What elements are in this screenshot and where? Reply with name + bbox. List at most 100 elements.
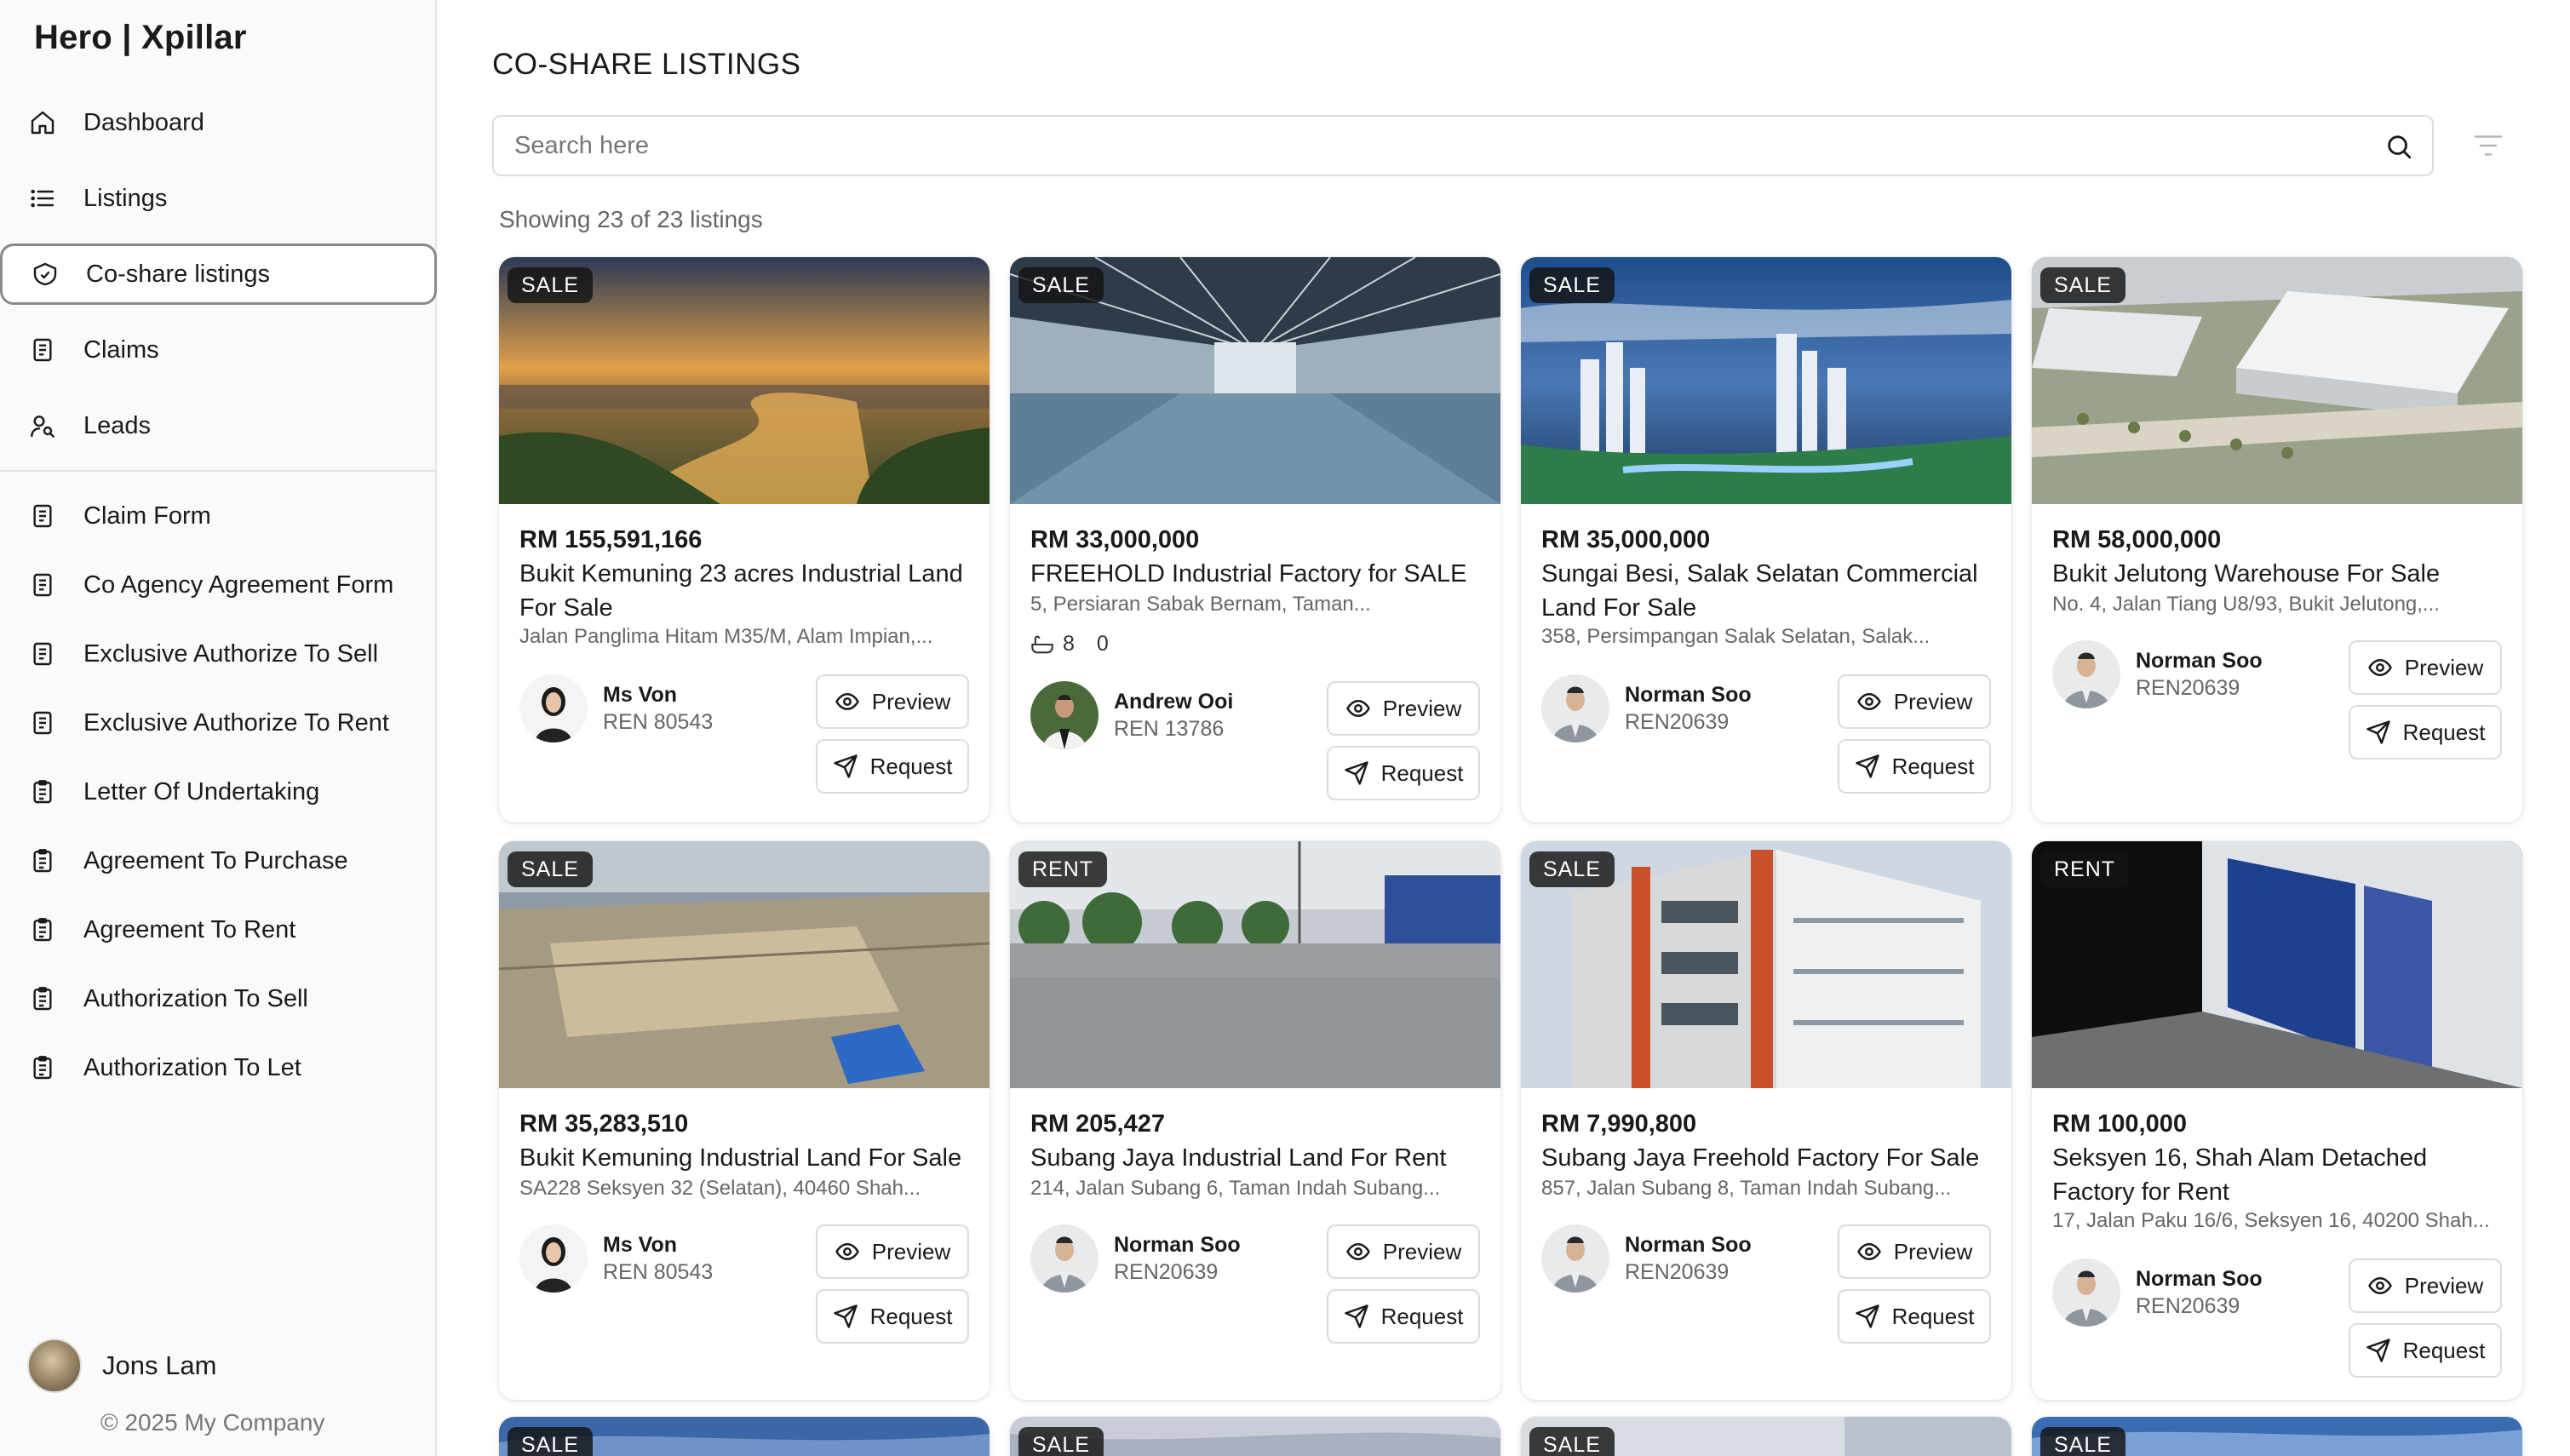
listing-card[interactable]: SALE RM 33,000,000 FREEHOLD Industrial F… — [1010, 257, 1500, 823]
listing-card[interactable]: SALE RM 35,283,510 Bukit Kemuning Indust… — [499, 841, 990, 1400]
clipboard-icon — [27, 983, 58, 1014]
agent-avatar — [1030, 681, 1099, 749]
listing-type-badge: SALE — [1529, 1427, 1615, 1456]
sidebar-item-label: Authorization To Sell — [83, 984, 308, 1012]
sidebar-item-dashboard[interactable]: Dashboard — [0, 92, 437, 153]
sidebar-item-agreement-to-rent[interactable]: Agreement To Rent — [0, 899, 437, 960]
sidebar-item-claims[interactable]: Claims — [0, 319, 437, 381]
sidebar-item-co-agency-agreement-form[interactable]: Co Agency Agreement Form — [0, 554, 437, 616]
agent-name: Norman Soo — [1625, 1233, 1752, 1257]
user-search-icon — [27, 410, 58, 441]
eye-icon — [1856, 1242, 1881, 1261]
sidebar-item-label: Letter Of Undertaking — [83, 777, 320, 805]
filter-icon[interactable] — [2473, 133, 2504, 158]
sidebar-item-exclusive-authorize-to-sell[interactable]: Exclusive Authorize To Sell — [0, 623, 437, 685]
preview-button[interactable]: Preview — [1838, 674, 1991, 729]
listing-title[interactable]: Subang Jaya Freehold Factory For Sale — [1541, 1141, 1993, 1175]
sidebar-item-claim-form[interactable]: Claim Form — [0, 485, 437, 547]
request-button[interactable]: Request — [816, 739, 969, 794]
sidebar-item-leads[interactable]: Leads — [0, 395, 437, 456]
listing-type-badge: SALE — [508, 267, 593, 303]
user-profile[interactable]: Jons Lam — [27, 1338, 216, 1393]
listing-card[interactable]: SALE — [2032, 1417, 2522, 1456]
listing-title[interactable]: Sungai Besi, Salak Selatan Commercial La… — [1541, 557, 1993, 625]
eye-icon — [2367, 1276, 2392, 1295]
agent-name: Norman Soo — [1114, 1233, 1241, 1257]
listing-title[interactable]: Subang Jaya Industrial Land For Rent — [1030, 1141, 1482, 1175]
listing-type-badge: SALE — [1018, 267, 1104, 303]
eye-icon — [1856, 692, 1881, 711]
listing-price: RM 7,990,800 — [1541, 1110, 1697, 1138]
preview-button[interactable]: Preview — [1327, 681, 1480, 736]
sidebar-item-label: Agreement To Purchase — [83, 846, 348, 874]
request-button[interactable]: Request — [1838, 1289, 1991, 1344]
listing-type-badge: RENT — [2040, 851, 2130, 887]
listing-type-badge: SALE — [1529, 267, 1615, 303]
agent-avatar — [1541, 1224, 1609, 1293]
copyright-text: © 2025 My Company — [100, 1409, 325, 1436]
sidebar-item-listings[interactable]: Listings — [0, 168, 437, 229]
agent-ren: REN20639 — [1625, 1260, 1730, 1284]
sidebar-item-letter-of-undertaking[interactable]: Letter Of Undertaking — [0, 761, 437, 823]
listing-card[interactable]: SALE — [1010, 1417, 1500, 1456]
listing-title[interactable]: Bukit Kemuning 23 acres Industrial Land … — [519, 557, 971, 625]
preview-button[interactable]: Preview — [816, 1224, 969, 1279]
sidebar-item-authorization-to-sell[interactable]: Authorization To Sell — [0, 968, 437, 1029]
bathtub-icon — [1031, 635, 1053, 653]
request-button[interactable]: Request — [2349, 705, 2502, 760]
listing-card[interactable]: SALE RM 7,990,800 Subang Jaya Freehold F… — [1521, 841, 2011, 1400]
listing-card[interactable]: SALE RM 58,000,000 Bukit Jelutong Wareho… — [2032, 257, 2522, 823]
preview-button[interactable]: Preview — [1327, 1224, 1480, 1279]
listing-card[interactable]: SALE — [499, 1417, 990, 1456]
bath-count: 8 — [1063, 632, 1075, 656]
sidebar-item-label: Exclusive Authorize To Sell — [83, 639, 379, 668]
request-button[interactable]: Request — [816, 1289, 969, 1344]
listing-card[interactable]: SALE — [1521, 1417, 2011, 1456]
sidebar-item-agreement-to-purchase[interactable]: Agreement To Purchase — [0, 830, 437, 891]
eye-icon — [1345, 1242, 1370, 1261]
request-button[interactable]: Request — [1838, 739, 1991, 794]
listing-price: RM 100,000 — [2052, 1110, 2187, 1138]
send-icon — [1855, 1304, 1879, 1328]
listing-price: RM 33,000,000 — [1030, 526, 1200, 553]
listing-title[interactable]: Seksyen 16, Shah Alam Detached Factory f… — [2052, 1141, 2504, 1209]
listing-card[interactable]: RENT RM 100,000 Seksyen 16, Shah Alam De… — [2032, 841, 2522, 1400]
send-icon — [833, 754, 858, 778]
search-icon[interactable] — [2384, 132, 2413, 161]
document-icon — [27, 335, 58, 365]
listing-card[interactable]: SALE RM 155,591,166 Bukit Kemuning 23 ac… — [499, 257, 990, 823]
agent-ren: REN20639 — [1114, 1260, 1219, 1284]
search-input[interactable] — [514, 117, 2345, 175]
listing-address: No. 4, Jalan Tiang U8/93, Bukit Jelutong… — [2052, 593, 2440, 616]
sidebar-item-exclusive-authorize-to-rent[interactable]: Exclusive Authorize To Rent — [0, 692, 437, 754]
request-button[interactable]: Request — [2349, 1323, 2502, 1378]
agent-ren: REN 80543 — [603, 1260, 714, 1284]
send-icon — [2366, 720, 2390, 744]
listing-type-badge: SALE — [1529, 851, 1615, 887]
sidebar-item-label: Exclusive Authorize To Rent — [83, 708, 389, 737]
listing-address: Jalan Panglima Hitam M35/M, Alam Impian,… — [519, 625, 933, 648]
listing-title[interactable]: FREEHOLD Industrial Factory for SALE — [1030, 557, 1482, 591]
listing-type-badge: SALE — [2040, 267, 2125, 303]
sidebar-item-co-share-listings[interactable]: Co-share listings — [0, 244, 437, 305]
agent-name: Norman Soo — [2136, 649, 2263, 673]
preview-button[interactable]: Preview — [816, 674, 969, 729]
listing-card[interactable]: SALE RM 35,000,000 Sungai Besi, Salak Se… — [1521, 257, 2011, 823]
listing-title[interactable]: Bukit Jelutong Warehouse For Sale — [2052, 557, 2504, 591]
listing-title[interactable]: Bukit Kemuning Industrial Land For Sale — [519, 1141, 971, 1175]
agent-avatar — [519, 1224, 588, 1293]
listing-card[interactable]: RENT RM 205,427 Subang Jaya Industrial L… — [1010, 841, 1500, 1400]
send-icon — [833, 1304, 858, 1328]
bed-count: 0 — [1096, 632, 1109, 656]
listing-address: SA228 Seksyen 32 (Selatan), 40460 Shah..… — [519, 1177, 921, 1200]
request-button[interactable]: Request — [1327, 746, 1480, 800]
agent-ren: REN20639 — [1625, 710, 1730, 734]
preview-button[interactable]: Preview — [2349, 1258, 2502, 1313]
request-button[interactable]: Request — [1327, 1289, 1480, 1344]
brand-logo-text[interactable]: Hero | Xpillar — [34, 19, 247, 57]
preview-button[interactable]: Preview — [1838, 1224, 1991, 1279]
sidebar-item-authorization-to-let[interactable]: Authorization To Let — [0, 1037, 437, 1098]
listing-type-badge: SALE — [508, 1427, 593, 1456]
preview-button[interactable]: Preview — [2349, 640, 2502, 695]
agent-avatar — [1030, 1224, 1099, 1293]
